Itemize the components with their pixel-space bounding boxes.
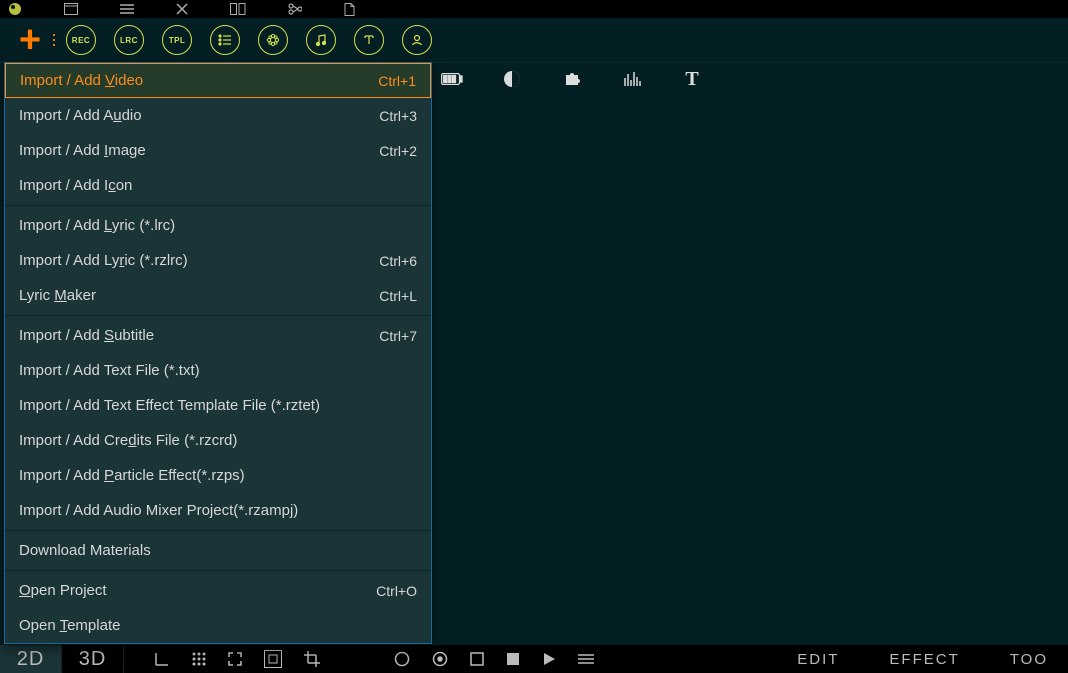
- tools-label[interactable]: TOO: [1010, 651, 1048, 668]
- equalizer-icon[interactable]: [620, 67, 644, 91]
- list-icon[interactable]: [120, 4, 134, 14]
- menu-item-shortcut: Ctrl+7: [379, 328, 417, 344]
- tpl-button[interactable]: TPL: [162, 25, 192, 55]
- bottom-right-labels: EDIT EFFECT TOO: [797, 651, 1048, 668]
- flower-circle-button[interactable]: [258, 25, 288, 55]
- menu-separator: [5, 205, 431, 206]
- menu-item-label: Import / Add Audio: [19, 107, 142, 124]
- square-select-icon[interactable]: [264, 650, 282, 668]
- menu-item-shortcut: Ctrl+1: [378, 73, 416, 89]
- menu-item-label: Import / Add Icon: [19, 177, 132, 194]
- menu-item[interactable]: Import / Add Lyric (*.lrc): [5, 208, 431, 243]
- contrast-icon[interactable]: [500, 67, 524, 91]
- rec-button[interactable]: REC: [66, 25, 96, 55]
- menu-item-label: Import / Add Text Effect Template File (…: [19, 397, 320, 414]
- axis-icon[interactable]: [154, 651, 170, 667]
- menu-item[interactable]: Import / Add Video Ctrl+1: [5, 63, 431, 98]
- menu-item-shortcut: Ctrl+2: [379, 143, 417, 159]
- menu-item[interactable]: Import / Add Text Effect Template File (…: [5, 388, 431, 423]
- menu-item-label: Import / Add Audio Mixer Project(*.rzamp…: [19, 502, 298, 519]
- text-icon[interactable]: T: [680, 67, 704, 91]
- menu-item[interactable]: Open Template: [5, 608, 431, 643]
- menu-item-label: Lyric Maker: [19, 287, 96, 304]
- text-circle-button[interactable]: [354, 25, 384, 55]
- view-tab-3d[interactable]: 3D: [62, 645, 124, 673]
- menu-item[interactable]: Lyric Maker Ctrl+L: [5, 278, 431, 313]
- menu-item-shortcut: Ctrl+3: [379, 108, 417, 124]
- menu-item[interactable]: Download Materials: [5, 533, 431, 568]
- music-circle-button[interactable]: [306, 25, 336, 55]
- circle-outline-icon[interactable]: [394, 651, 410, 667]
- edit-label[interactable]: EDIT: [797, 651, 839, 668]
- menu-item[interactable]: Import / Add Image Ctrl+2: [5, 133, 431, 168]
- menu-item-shortcut: Ctrl+O: [376, 583, 417, 599]
- battery-icon[interactable]: [440, 67, 464, 91]
- play-icon[interactable]: [542, 652, 556, 666]
- document-icon[interactable]: [344, 3, 355, 16]
- menu-item-label: Import / Add Video: [20, 72, 143, 89]
- titlebar-icon-strip: [0, 0, 1068, 18]
- square-outline-icon[interactable]: [470, 652, 484, 666]
- panels-icon[interactable]: [230, 3, 246, 15]
- menu-item[interactable]: Import / Add Subtitle Ctrl+7: [5, 318, 431, 353]
- bottom-icons: [154, 650, 797, 668]
- menu-item[interactable]: Import / Add Audio Mixer Project(*.rzamp…: [5, 493, 431, 528]
- menu-item-label: Import / Add Credits File (*.rzcrd): [19, 432, 237, 449]
- plus-icon: +: [19, 21, 41, 59]
- menu-item-label: Download Materials: [19, 542, 151, 559]
- menu-item-label: Import / Add Particle Effect(*.rzps): [19, 467, 245, 484]
- view-tab-2d[interactable]: 2D: [0, 645, 62, 673]
- menu-item-label: Open Template: [19, 617, 120, 634]
- add-button[interactable]: +: [12, 22, 48, 58]
- cross-icon[interactable]: [176, 3, 188, 15]
- menu-item[interactable]: Import / Add Credits File (*.rzcrd): [5, 423, 431, 458]
- menu-item-label: Import / Add Lyric (*.rzlrc): [19, 252, 188, 269]
- menu-separator: [5, 530, 431, 531]
- settings-lines-icon[interactable]: [578, 653, 594, 665]
- menu-item[interactable]: Import / Add Text File (*.txt): [5, 353, 431, 388]
- user-circle-button[interactable]: [402, 25, 432, 55]
- menu-item[interactable]: Import / Add Lyric (*.rzlrc) Ctrl+6: [5, 243, 431, 278]
- menu-item[interactable]: Open Project Ctrl+O: [5, 573, 431, 608]
- grid-dots-icon[interactable]: [192, 652, 206, 666]
- shrink-icon[interactable]: [228, 652, 242, 666]
- menu-item-label: Import / Add Subtitle: [19, 327, 154, 344]
- menu-item-shortcut: Ctrl+L: [379, 288, 417, 304]
- menu-item[interactable]: Import / Add Particle Effect(*.rzps): [5, 458, 431, 493]
- bottom-bar: 2D 3D EDIT EFFECT TOO: [0, 645, 1068, 673]
- menu-item-shortcut: Ctrl+6: [379, 253, 417, 269]
- menu-separator: [5, 315, 431, 316]
- main-toolbar: + REC LRC TPL: [0, 18, 1068, 62]
- branch-icon[interactable]: [288, 3, 302, 15]
- list-circle-button[interactable]: [210, 25, 240, 55]
- add-dropdown-menu: Import / Add Video Ctrl+1 Import / Add Aud…: [4, 62, 432, 644]
- menu-item-label: Import / Add Text File (*.txt): [19, 362, 200, 379]
- crop-icon[interactable]: [304, 651, 320, 667]
- menu-item-label: Import / Add Lyric (*.lrc): [19, 217, 175, 234]
- square-fill-icon[interactable]: [506, 652, 520, 666]
- app-logo-icon: [8, 2, 22, 16]
- menu-item[interactable]: Import / Add Icon: [5, 168, 431, 203]
- lrc-button[interactable]: LRC: [114, 25, 144, 55]
- menu-item-label: Open Project: [19, 582, 107, 599]
- effect-label[interactable]: EFFECT: [889, 651, 959, 668]
- window-icon[interactable]: [64, 3, 78, 15]
- menu-item-label: Import / Add Image: [19, 142, 146, 159]
- target-icon[interactable]: [432, 651, 448, 667]
- puzzle-icon[interactable]: [560, 67, 584, 91]
- view-tabs: 2D 3D: [0, 645, 124, 673]
- menu-separator: [5, 570, 431, 571]
- menu-item[interactable]: Import / Add Audio Ctrl+3: [5, 98, 431, 133]
